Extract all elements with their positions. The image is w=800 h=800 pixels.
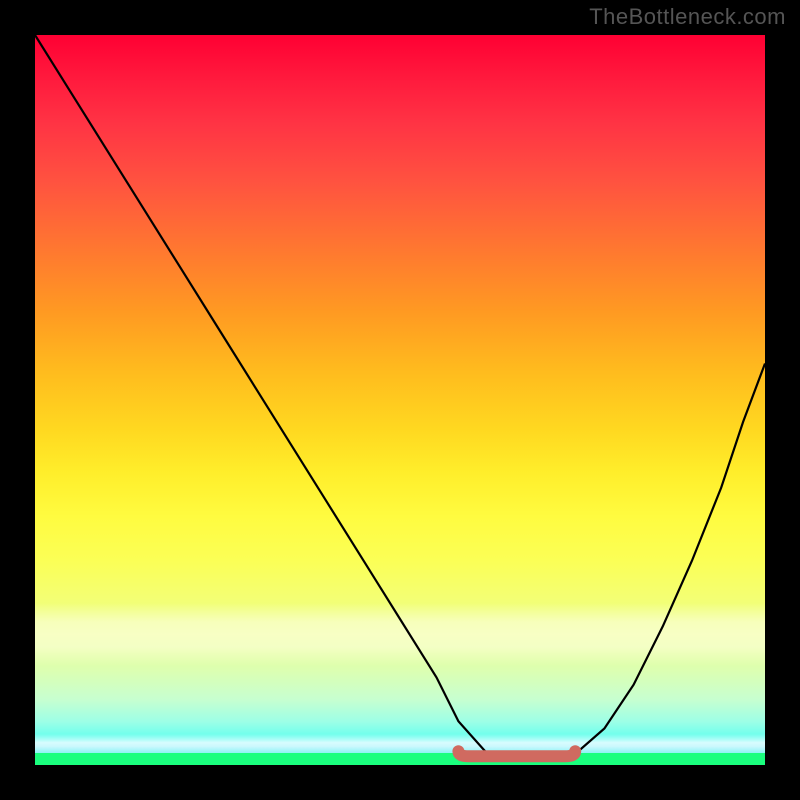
trough-marker: [458, 751, 575, 756]
watermark-text: TheBottleneck.com: [589, 4, 786, 30]
chart-frame: TheBottleneck.com: [0, 0, 800, 800]
series-curve: [35, 35, 765, 759]
curve-svg: [35, 35, 765, 765]
plot-area: [35, 35, 765, 765]
